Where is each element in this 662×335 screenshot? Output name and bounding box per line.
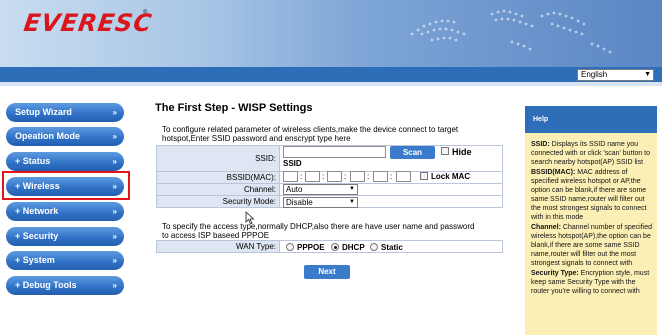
wan-type-table: WAN Type:: [156, 240, 503, 253]
mac-octet-6[interactable]: [396, 171, 411, 182]
help-bssid: BSSID(MAC): MAC address of specified wir…: [531, 169, 647, 221]
channel-value: Auto: [286, 185, 303, 194]
mouse-cursor-icon: [245, 211, 255, 225]
trademark-mark: ®: [143, 10, 148, 16]
sidebar-item-label: + Debug Tools: [15, 280, 77, 290]
security-mode-value: Disable: [286, 198, 313, 207]
language-select[interactable]: English ▼: [577, 69, 654, 81]
wan-radio-dhcp[interactable]: [331, 243, 339, 251]
wan-type-label: WAN Type:: [156, 240, 280, 253]
chevron-right-icon: »: [112, 132, 118, 141]
sidebar-item-operation-mode[interactable]: Opeation Mode »: [6, 127, 124, 146]
chevron-right-icon: »: [112, 256, 118, 265]
help-security: Security Type: Encryption style, must ke…: [531, 270, 650, 295]
chevron-down-icon: ▼: [349, 186, 355, 192]
hide-checkbox[interactable]: [441, 147, 449, 155]
wan-description: To specify the access type,normally DHCP…: [162, 222, 475, 240]
sidebar-item-setup-wizard[interactable]: Setup Wizard »: [6, 103, 124, 122]
sidebar-item-label: Opeation Mode: [15, 131, 80, 141]
hide-label: Hide: [452, 147, 472, 157]
security-mode-select[interactable]: Disable ▼: [283, 197, 358, 208]
wan-option-static: Static: [381, 243, 403, 252]
channel-select[interactable]: Auto ▼: [283, 184, 358, 195]
chevron-right-icon: »: [112, 281, 118, 290]
everest-logo: EVERESC: [22, 9, 155, 37]
chevron-down-icon: ▼: [644, 71, 651, 78]
mac-octet-2[interactable]: [305, 171, 320, 182]
help-channel: Channel: Channel number of specified wir…: [531, 224, 653, 267]
bssid-label: BSSID(MAC):: [156, 171, 280, 184]
sidebar-item-debug-tools[interactable]: + Debug Tools »: [6, 276, 124, 295]
sidebar-item-system[interactable]: + System »: [6, 251, 124, 270]
sidebar-item-network[interactable]: + Network »: [6, 202, 124, 221]
mac-octet-4[interactable]: [350, 171, 365, 182]
mac-octet-5[interactable]: [373, 171, 388, 182]
mac-separator: :: [344, 172, 347, 181]
security-label: Security Mode:: [156, 195, 280, 208]
mac-separator: :: [367, 172, 370, 181]
world-map-graphic: [410, 9, 612, 54]
scan-button[interactable]: Scan: [390, 146, 435, 159]
chevron-right-icon: »: [112, 207, 118, 216]
sidebar-item-label: + System: [15, 255, 55, 265]
ssid-current-value: SSID: [283, 159, 302, 168]
help-title: Help: [533, 116, 549, 123]
help-header: Help: [525, 106, 657, 133]
chevron-right-icon: »: [112, 232, 118, 241]
sidebar-item-status[interactable]: + Status »: [6, 152, 124, 171]
help-ssid: SSID: Displays its SSID name you connect…: [531, 141, 651, 166]
wan-radio-pppoe[interactable]: [286, 243, 294, 251]
sidebar-item-label: + Network: [15, 206, 59, 216]
lock-mac-checkbox[interactable]: [420, 172, 428, 180]
wireless-highlight-box: [2, 171, 130, 200]
sidebar-item-label: + Status: [15, 156, 51, 166]
wan-option-pppoe: PPPOE: [297, 243, 325, 252]
chevron-right-icon: »: [112, 108, 118, 117]
chevron-right-icon: »: [112, 157, 118, 166]
mac-separator: :: [390, 172, 393, 181]
header-banner: EVERESC ®: [0, 0, 662, 67]
wisp-description: To configure related parameter of wirele…: [162, 125, 459, 143]
wan-radio-static[interactable]: [370, 243, 378, 251]
language-value: English: [581, 70, 608, 79]
ssid-label: SSID:: [156, 145, 280, 172]
channel-label: Channel:: [156, 183, 280, 196]
mac-separator: :: [300, 172, 303, 181]
next-button[interactable]: Next: [304, 265, 350, 279]
header-subbar: [0, 82, 662, 86]
sidebar-item-security[interactable]: + Security »: [6, 227, 124, 246]
help-panel: Help SSID: Displays its SSID name you co…: [525, 106, 657, 335]
mac-separator: :: [322, 172, 325, 181]
mac-octet-1[interactable]: [283, 171, 298, 182]
ssid-input[interactable]: [283, 146, 386, 158]
wan-type-row: WAN Type:: [156, 240, 503, 253]
page-title: The First Step - WISP Settings: [155, 102, 313, 114]
mac-octet-3[interactable]: [327, 171, 342, 182]
help-body: SSID: Displays its SSID name you connect…: [531, 140, 653, 297]
chevron-down-icon: ▼: [349, 199, 355, 205]
wan-option-dhcp: DHCP: [342, 243, 365, 252]
header-bar: [0, 67, 662, 82]
lock-mac-label: Lock MAC: [431, 172, 471, 181]
sidebar-item-label: + Security: [15, 231, 59, 241]
sidebar-item-label: Setup Wizard: [15, 107, 72, 117]
